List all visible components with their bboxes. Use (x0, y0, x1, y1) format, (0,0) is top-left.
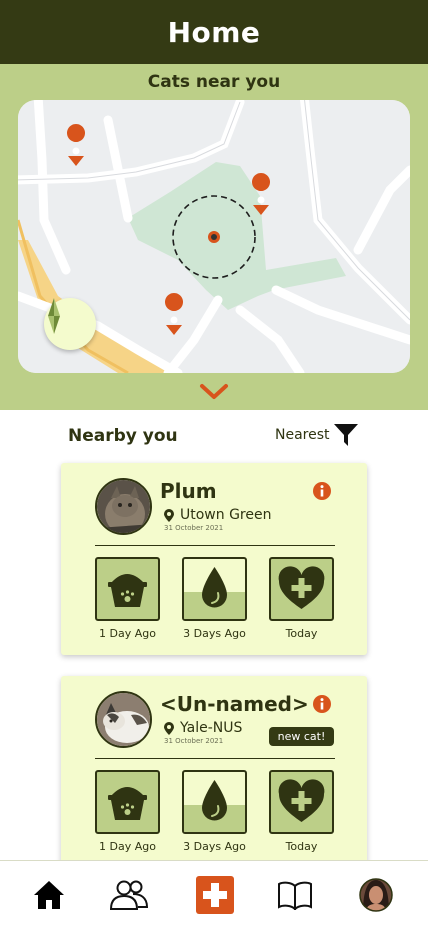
nearby-title: Nearby you (68, 426, 178, 446)
feed-button[interactable] (95, 557, 160, 621)
location-pin-icon (164, 721, 174, 735)
book-icon (278, 881, 312, 910)
health-label: Today (285, 627, 318, 640)
water-button[interactable] (182, 770, 247, 834)
health-button[interactable] (269, 770, 334, 834)
nav-community[interactable] (109, 875, 149, 915)
bottom-nav (0, 860, 428, 925)
map-panel: Cats near you (0, 64, 428, 410)
cat-name: <Un-named> (160, 692, 309, 716)
nav-journal[interactable] (275, 875, 315, 915)
heart-plus-icon (278, 779, 325, 822)
nav-add[interactable] (195, 875, 235, 915)
app-header: Home (0, 0, 428, 64)
cat-location: Yale-NUS (164, 720, 242, 736)
heart-plus-icon (278, 566, 325, 609)
cat-location: Utown Green (164, 507, 271, 523)
location-pin-icon (164, 508, 174, 522)
divider (95, 758, 335, 759)
cat-avatar (95, 691, 152, 748)
feed-label: 1 Day Ago (99, 840, 156, 853)
date-text: 31 October 2021 (164, 524, 224, 532)
date-text: 31 October 2021 (164, 737, 224, 745)
map-title: Cats near you (147, 72, 281, 92)
location-text: Yale-NUS (180, 720, 243, 736)
community-icon (109, 880, 149, 910)
food-bowl-icon (108, 574, 147, 607)
info-icon[interactable] (312, 694, 332, 714)
cat-avatar (95, 478, 152, 535)
food-bowl-icon (108, 787, 147, 820)
home-icon (34, 881, 64, 909)
cat-card[interactable]: <Un-named> Yale-NUS 31 October 2021 new … (61, 676, 367, 868)
cats-map[interactable] (18, 100, 410, 373)
profile-avatar (359, 878, 393, 912)
divider (95, 545, 335, 546)
nearby-header: Nearby you Nearest (0, 420, 428, 454)
water-drop-icon (202, 780, 227, 821)
health-button[interactable] (269, 557, 334, 621)
sort-label[interactable]: Nearest (275, 427, 330, 443)
water-label: 3 Days Ago (183, 840, 246, 853)
cat-card[interactable]: Plum Utown Green 31 October 2021 1 Day A… (61, 463, 367, 655)
expand-map-button[interactable] (199, 382, 229, 402)
feed-button[interactable] (95, 770, 160, 834)
feed-label: 1 Day Ago (99, 627, 156, 640)
compass-button[interactable] (44, 298, 96, 350)
compass-icon (48, 298, 60, 334)
health-label: Today (285, 840, 318, 853)
info-icon[interactable] (312, 481, 332, 501)
nav-home[interactable] (29, 875, 69, 915)
water-button[interactable] (182, 557, 247, 621)
water-drop-icon (202, 567, 227, 608)
cat-name: Plum (160, 479, 217, 503)
water-label: 3 Days Ago (183, 627, 246, 640)
location-text: Utown Green (180, 507, 272, 523)
add-icon (196, 876, 234, 914)
page-title: Home (167, 15, 261, 49)
filter-icon[interactable] (333, 422, 359, 448)
nav-profile[interactable] (356, 875, 396, 915)
chevron-down-icon (200, 384, 228, 399)
new-cat-badge: new cat! (269, 727, 334, 746)
